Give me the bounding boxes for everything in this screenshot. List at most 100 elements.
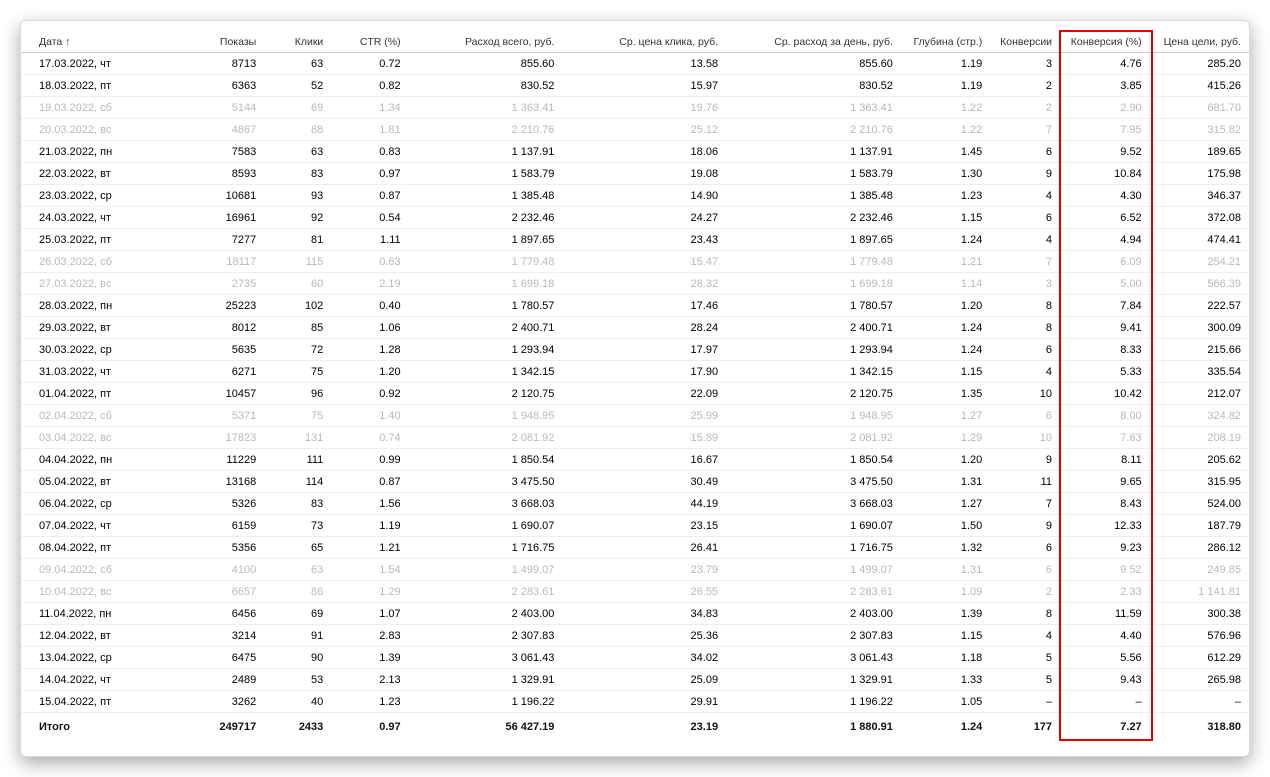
date-cell: 21.03.2022, пн: [21, 141, 178, 163]
goal-cost-cell: 212.07: [1150, 383, 1249, 405]
depth-cell: 1.05: [901, 691, 990, 713]
depth-cell: 1.35: [901, 383, 990, 405]
conv-pct-cell: 5.00: [1060, 273, 1150, 295]
total-impr: 249717: [178, 713, 264, 738]
goal-cost-cell: 315.95: [1150, 471, 1249, 493]
th-conv-pct[interactable]: Конверсия (%): [1060, 31, 1150, 53]
conv-pct-cell: 2.33: [1060, 581, 1150, 603]
spend-day-cell: 2 283.61: [726, 581, 901, 603]
conversions-cell: 6: [990, 405, 1060, 427]
cpc-cell: 25.12: [562, 119, 726, 141]
table-row: 07.04.2022, чт6159731.191 690.0723.151 6…: [21, 515, 1249, 537]
date-cell: 18.03.2022, пт: [21, 75, 178, 97]
goal-cost-cell: 372.08: [1150, 207, 1249, 229]
clicks-cell: 92: [264, 207, 331, 229]
total-depth: 1.24: [901, 713, 990, 738]
ctr-cell: 1.40: [331, 405, 408, 427]
conv-pct-cell: 12.33: [1060, 515, 1150, 537]
ctr-cell: 0.40: [331, 295, 408, 317]
spend-cell: 3 475.50: [409, 471, 563, 493]
goal-cost-cell: 300.38: [1150, 603, 1249, 625]
depth-cell: 1.27: [901, 405, 990, 427]
depth-cell: 1.31: [901, 471, 990, 493]
table-row: 15.04.2022, пт3262401.231 196.2229.911 1…: [21, 691, 1249, 713]
goal-cost-cell: 249.85: [1150, 559, 1249, 581]
cpc-cell: 26.55: [562, 581, 726, 603]
th-clicks[interactable]: Клики: [264, 31, 331, 53]
depth-cell: 1.24: [901, 317, 990, 339]
ctr-cell: 1.23: [331, 691, 408, 713]
spend-day-cell: 1 690.07: [726, 515, 901, 537]
cpc-cell: 28.32: [562, 273, 726, 295]
depth-cell: 1.31: [901, 559, 990, 581]
th-goal-cost[interactable]: Цена цели, руб.: [1150, 31, 1249, 53]
conv-pct-cell: 4.30: [1060, 185, 1150, 207]
impressions-cell: 13168: [178, 471, 264, 493]
cpc-cell: 23.15: [562, 515, 726, 537]
conversions-cell: 3: [990, 273, 1060, 295]
depth-cell: 1.33: [901, 669, 990, 691]
th-spend-day[interactable]: Ср. расход за день, руб.: [726, 31, 901, 53]
th-depth[interactable]: Глубина (стр.): [901, 31, 990, 53]
conversions-cell: 7: [990, 251, 1060, 273]
total-goal: 318.80: [1150, 713, 1249, 738]
date-cell: 19.03.2022, сб: [21, 97, 178, 119]
date-cell: 11.04.2022, пн: [21, 603, 178, 625]
ctr-cell: 1.54: [331, 559, 408, 581]
depth-cell: 1.29: [901, 427, 990, 449]
cpc-cell: 15.89: [562, 427, 726, 449]
th-spend[interactable]: Расход всего, руб.: [409, 31, 563, 53]
depth-cell: 1.20: [901, 449, 990, 471]
spend-day-cell: 1 779.48: [726, 251, 901, 273]
th-date[interactable]: Дата ↑: [21, 31, 178, 53]
th-impressions[interactable]: Показы: [178, 31, 264, 53]
spend-day-cell: 1 699.18: [726, 273, 901, 295]
table-row: 04.04.2022, пн112291110.991 850.5416.671…: [21, 449, 1249, 471]
date-cell: 05.04.2022, вт: [21, 471, 178, 493]
total-spend: 56 427.19: [409, 713, 563, 738]
clicks-cell: 85: [264, 317, 331, 339]
conversions-cell: 2: [990, 97, 1060, 119]
cpc-cell: 19.08: [562, 163, 726, 185]
spend-day-cell: 1 385.48: [726, 185, 901, 207]
th-conversions[interactable]: Конверсии: [990, 31, 1060, 53]
total-cpc: 23.19: [562, 713, 726, 738]
table-row: 12.04.2022, вт3214912.832 307.8325.362 3…: [21, 625, 1249, 647]
conv-pct-cell: 8.33: [1060, 339, 1150, 361]
clicks-cell: 102: [264, 295, 331, 317]
th-cpc[interactable]: Ср. цена клика, руб.: [562, 31, 726, 53]
th-ctr[interactable]: CTR (%): [331, 31, 408, 53]
impressions-cell: 8713: [178, 53, 264, 75]
conversions-cell: 8: [990, 317, 1060, 339]
ctr-cell: 1.11: [331, 229, 408, 251]
clicks-cell: 63: [264, 141, 331, 163]
depth-cell: 1.23: [901, 185, 990, 207]
ctr-cell: 0.82: [331, 75, 408, 97]
conv-pct-cell: 10.42: [1060, 383, 1150, 405]
clicks-cell: 73: [264, 515, 331, 537]
spend-day-cell: 1 948.95: [726, 405, 901, 427]
spend-day-cell: 1 583.79: [726, 163, 901, 185]
ctr-cell: 0.74: [331, 427, 408, 449]
impressions-cell: 6456: [178, 603, 264, 625]
conversions-cell: 6: [990, 207, 1060, 229]
table-row: 09.04.2022, сб4100631.541 499.0723.791 4…: [21, 559, 1249, 581]
clicks-cell: 115: [264, 251, 331, 273]
date-cell: 01.04.2022, пт: [21, 383, 178, 405]
conversions-cell: 10: [990, 383, 1060, 405]
goal-cost-cell: 566.39: [1150, 273, 1249, 295]
table-row: 13.04.2022, ср6475901.393 061.4334.023 0…: [21, 647, 1249, 669]
conversions-cell: –: [990, 691, 1060, 713]
impressions-cell: 8012: [178, 317, 264, 339]
report-panel: Дата ↑ Показы Клики CTR (%) Расход всего…: [20, 20, 1250, 757]
conversions-cell: 2: [990, 75, 1060, 97]
goal-cost-cell: 300.09: [1150, 317, 1249, 339]
clicks-cell: 131: [264, 427, 331, 449]
conversions-cell: 5: [990, 669, 1060, 691]
spend-day-cell: 2 210.76: [726, 119, 901, 141]
table-row: 27.03.2022, вс2735602.191 699.1828.321 6…: [21, 273, 1249, 295]
spend-cell: 830.52: [409, 75, 563, 97]
conv-pct-cell: –: [1060, 691, 1150, 713]
goal-cost-cell: 1 141.81: [1150, 581, 1249, 603]
cpc-cell: 28.24: [562, 317, 726, 339]
